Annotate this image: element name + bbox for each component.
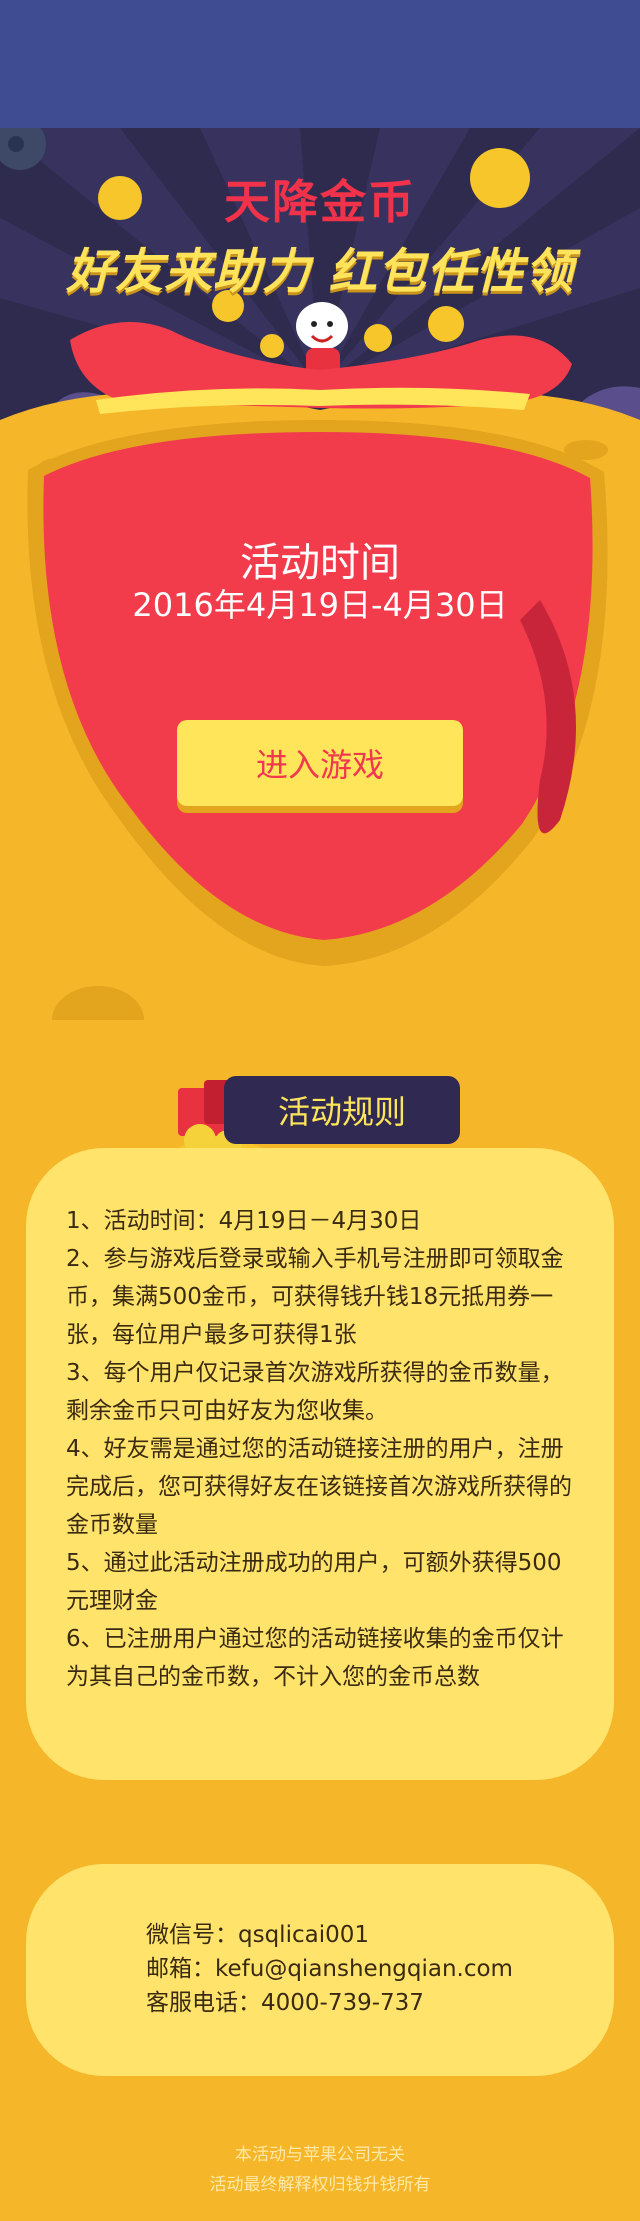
rule-item: 3、每个用户仅记录首次游戏所获得的金币数量，剩余金币只可由好友为您收集。: [66, 1360, 564, 1424]
footer-rights: 活动最终解释权归钱升钱所有: [209, 2175, 431, 2195]
activity-page: 天降金币 好友来助力 红包任性领 活动时间 2016年4月19日-4月30日 进…: [0, 0, 640, 2221]
rules-card: 1、活动时间：4月19日－4月30日 2、参与游戏后登录或输入手机号注册即可领取…: [26, 1148, 614, 1780]
enter-game-button[interactable]: 进入游戏: [177, 720, 463, 806]
rule-item: 6、已注册用户通过您的活动链接收集的金币仅计为其自己的金币数，不计入您的金币总数: [66, 1626, 564, 1690]
activity-time-range: 2016年4月19日-4月30日: [132, 586, 508, 624]
service-phone[interactable]: 客服电话：4000-739-737: [146, 1986, 614, 2020]
contact-card: 微信号：qsqlicai001 邮箱：kefu@qianshengqian.co…: [26, 1864, 614, 2076]
rule-item: 1、活动时间：4月19日－4月30日: [66, 1208, 422, 1234]
email-address[interactable]: 邮箱：kefu@qianshengqian.com: [146, 1952, 614, 1986]
hero-title: 天降金币: [224, 175, 416, 229]
rule-item: 5、通过此活动注册成功的用户，可额外获得500元理财金: [66, 1550, 562, 1614]
rule-item: 4、好友需是通过您的活动链接注册的用户，注册完成后，您可获得好友在该链接首次游戏…: [66, 1436, 572, 1538]
hero-subtitle: 好友来助力 红包任性领: [66, 244, 574, 300]
rules-heading: 活动规则: [224, 1076, 460, 1144]
top-bar: [0, 0, 640, 128]
footer: 本活动与苹果公司无关 活动最终解释权归钱升钱所有: [0, 2140, 640, 2200]
red-bag-illustration: [0, 300, 640, 1066]
footer-disclaimer: 本活动与苹果公司无关: [235, 2145, 405, 2165]
wechat-id: 微信号：qsqlicai001: [146, 1922, 369, 1948]
rule-item: 2、参与游戏后登录或输入手机号注册即可领取金币，集满500金币，可获得钱升钱18…: [66, 1246, 564, 1348]
